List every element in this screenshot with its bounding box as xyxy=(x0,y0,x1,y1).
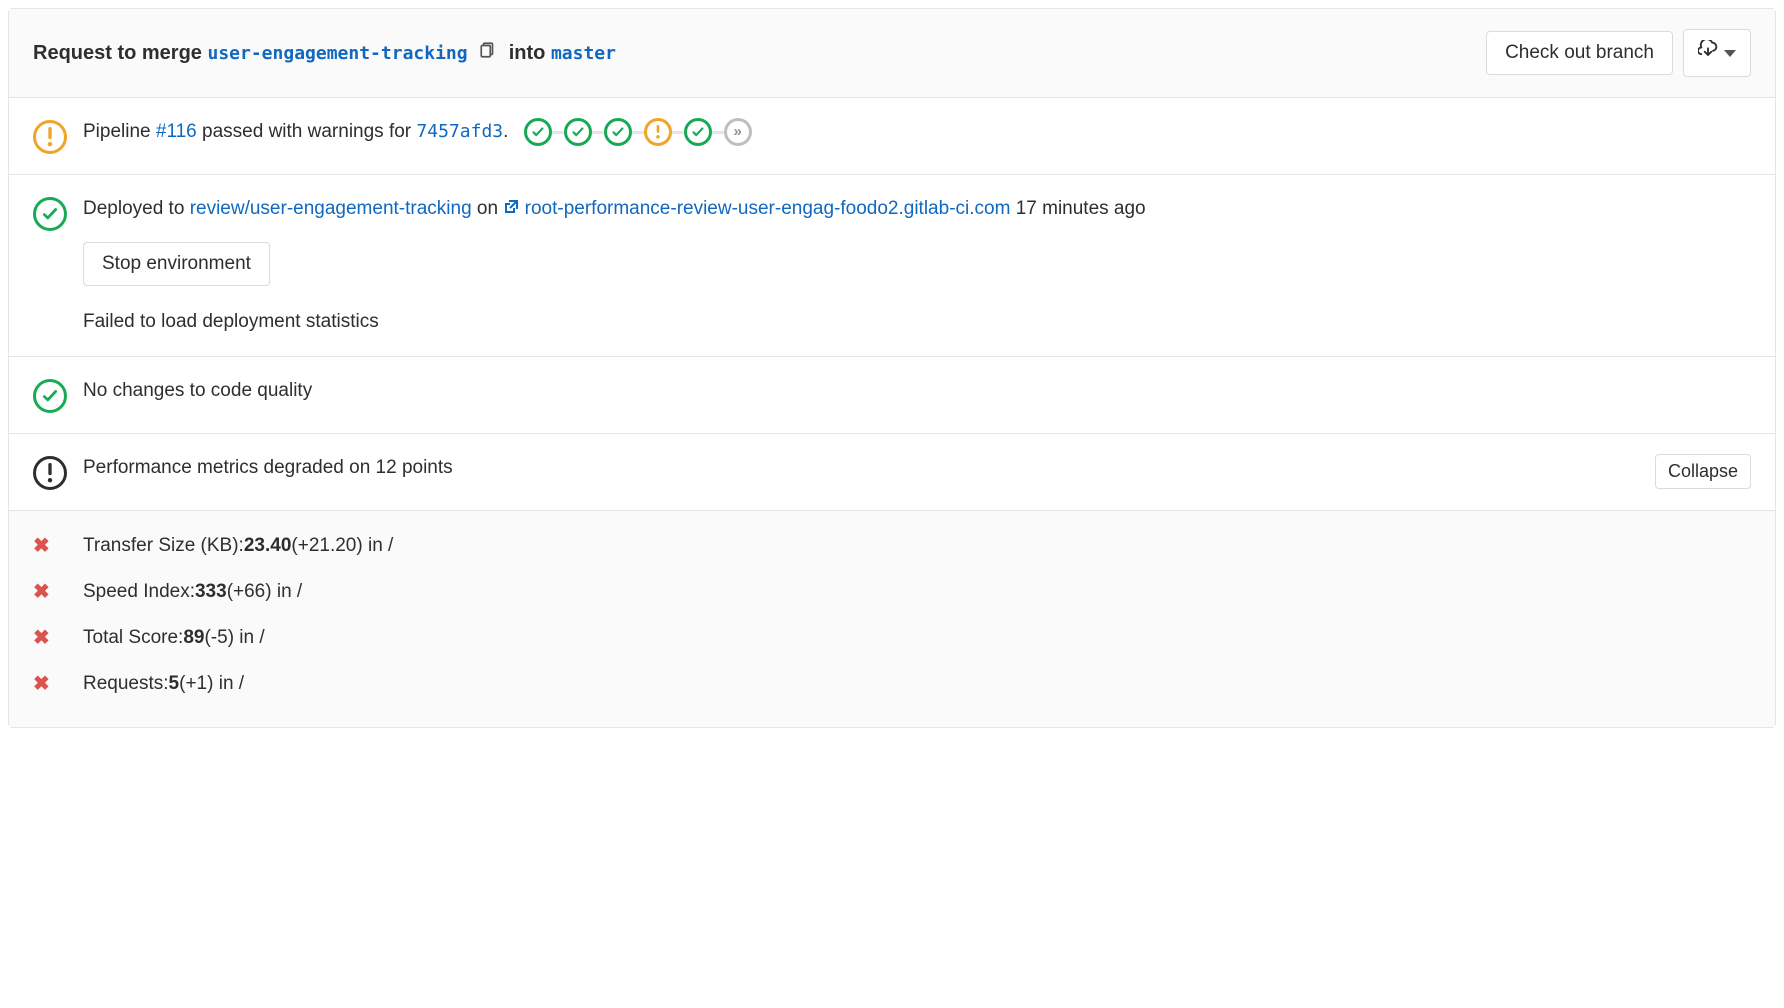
code-quality-section: No changes to code quality xyxy=(9,356,1775,433)
checkout-branch-button[interactable]: Check out branch xyxy=(1486,31,1673,75)
metric-label: Speed Index: xyxy=(83,581,195,602)
metric-value: 333 xyxy=(195,581,227,602)
stage-more-icon[interactable]: » xyxy=(724,118,752,146)
pipeline-link[interactable]: #116 xyxy=(156,121,197,142)
metric-in: in / xyxy=(363,535,394,556)
pipeline-mid: passed with warnings for xyxy=(197,121,417,142)
x-fail-icon: ✖ xyxy=(33,623,83,653)
stage-warn-icon[interactable] xyxy=(644,118,672,146)
metric-text: Requests:5(+1) in / xyxy=(83,670,244,699)
deploy-section: Deployed to review/user-engagement-track… xyxy=(9,174,1775,356)
metric-label: Requests: xyxy=(83,673,169,694)
metric-row: ✖Total Score:89(-5) in / xyxy=(9,615,1775,661)
metric-delta: (+66) xyxy=(227,581,272,602)
stage-separator xyxy=(632,131,644,134)
metric-row: ✖Requests:5(+1) in / xyxy=(9,661,1775,707)
deploy-stats-fail: Failed to load deployment statistics xyxy=(83,308,1751,337)
merge-header-text: Request to merge user-engagement-trackin… xyxy=(33,38,1486,68)
metric-row: ✖Speed Index:333(+66) in / xyxy=(9,569,1775,615)
collapse-button[interactable]: Collapse xyxy=(1655,454,1751,489)
metric-text: Transfer Size (KB):23.40(+21.20) in / xyxy=(83,532,393,561)
quality-text: No changes to code quality xyxy=(83,377,1751,406)
metric-value: 89 xyxy=(183,627,204,648)
stage-pass-icon[interactable] xyxy=(564,118,592,146)
deploy-env-link[interactable]: review/user-engagement-tracking xyxy=(190,198,472,219)
stage-separator xyxy=(552,131,564,134)
stage-pass-icon[interactable] xyxy=(684,118,712,146)
pipeline-status-warning-icon xyxy=(33,120,67,154)
pipeline-post: . xyxy=(503,121,508,142)
performance-section: Performance metrics degraded on 12 point… xyxy=(9,433,1775,510)
metric-in: in / xyxy=(234,627,265,648)
x-fail-icon: ✖ xyxy=(33,577,83,607)
x-fail-icon: ✖ xyxy=(33,531,83,561)
deploy-on: on xyxy=(472,198,504,219)
deploy-pre: Deployed to xyxy=(83,198,190,219)
merge-header-section: Request to merge user-engagement-trackin… xyxy=(9,9,1775,97)
chevron-down-icon xyxy=(1724,50,1736,57)
metric-delta: (+1) xyxy=(179,673,213,694)
metric-label: Total Score: xyxy=(83,627,183,648)
metric-delta: (+21.20) xyxy=(291,535,362,556)
deploy-time: 17 minutes ago xyxy=(1010,198,1145,219)
metric-text: Total Score:89(-5) in / xyxy=(83,624,265,653)
metric-value: 5 xyxy=(169,673,180,694)
stage-pass-icon[interactable] xyxy=(604,118,632,146)
merge-request-widget: Request to merge user-engagement-trackin… xyxy=(8,8,1776,728)
copy-branch-icon[interactable] xyxy=(479,42,503,64)
quality-status-success-icon xyxy=(33,379,67,413)
deploy-status-success-icon xyxy=(33,197,67,231)
stage-separator xyxy=(712,131,724,134)
stage-pass-icon[interactable] xyxy=(524,118,552,146)
pipeline-section: Pipeline #116 passed with warnings for 7… xyxy=(9,97,1775,174)
pipeline-commit-link[interactable]: 7457afd3 xyxy=(416,121,503,142)
metric-row: ✖Transfer Size (KB):23.40(+21.20) in / xyxy=(9,523,1775,569)
deploy-host-link[interactable]: root-performance-review-user-engag-foodo… xyxy=(525,198,1011,219)
download-dropdown-button[interactable] xyxy=(1683,29,1751,77)
cloud-download-icon xyxy=(1698,40,1718,66)
pipeline-pre: Pipeline xyxy=(83,121,156,142)
stage-separator xyxy=(672,131,684,134)
merge-into: into xyxy=(509,42,546,64)
perf-summary-text: Performance metrics degraded on 12 point… xyxy=(83,454,1655,483)
external-link-icon xyxy=(503,198,519,219)
metric-text: Speed Index:333(+66) in / xyxy=(83,578,302,607)
pipeline-text: Pipeline #116 passed with warnings for 7… xyxy=(83,118,1751,147)
source-branch-link[interactable]: user-engagement-tracking xyxy=(208,43,468,64)
stop-environment-button[interactable]: Stop environment xyxy=(83,242,270,286)
metric-in: in / xyxy=(272,581,303,602)
metric-label: Transfer Size (KB): xyxy=(83,535,244,556)
metric-value: 23.40 xyxy=(244,535,292,556)
metric-in: in / xyxy=(213,673,244,694)
stage-separator xyxy=(592,131,604,134)
x-fail-icon: ✖ xyxy=(33,669,83,699)
deploy-text: Deployed to review/user-engagement-track… xyxy=(83,195,1751,224)
perf-status-warning-icon xyxy=(33,456,67,490)
merge-prefix: Request to merge xyxy=(33,42,202,64)
pipeline-stages: » xyxy=(524,118,752,146)
performance-metrics-list: ✖Transfer Size (KB):23.40(+21.20) in /✖S… xyxy=(9,510,1775,727)
metric-delta: (-5) xyxy=(204,627,234,648)
target-branch-link[interactable]: master xyxy=(551,43,616,64)
